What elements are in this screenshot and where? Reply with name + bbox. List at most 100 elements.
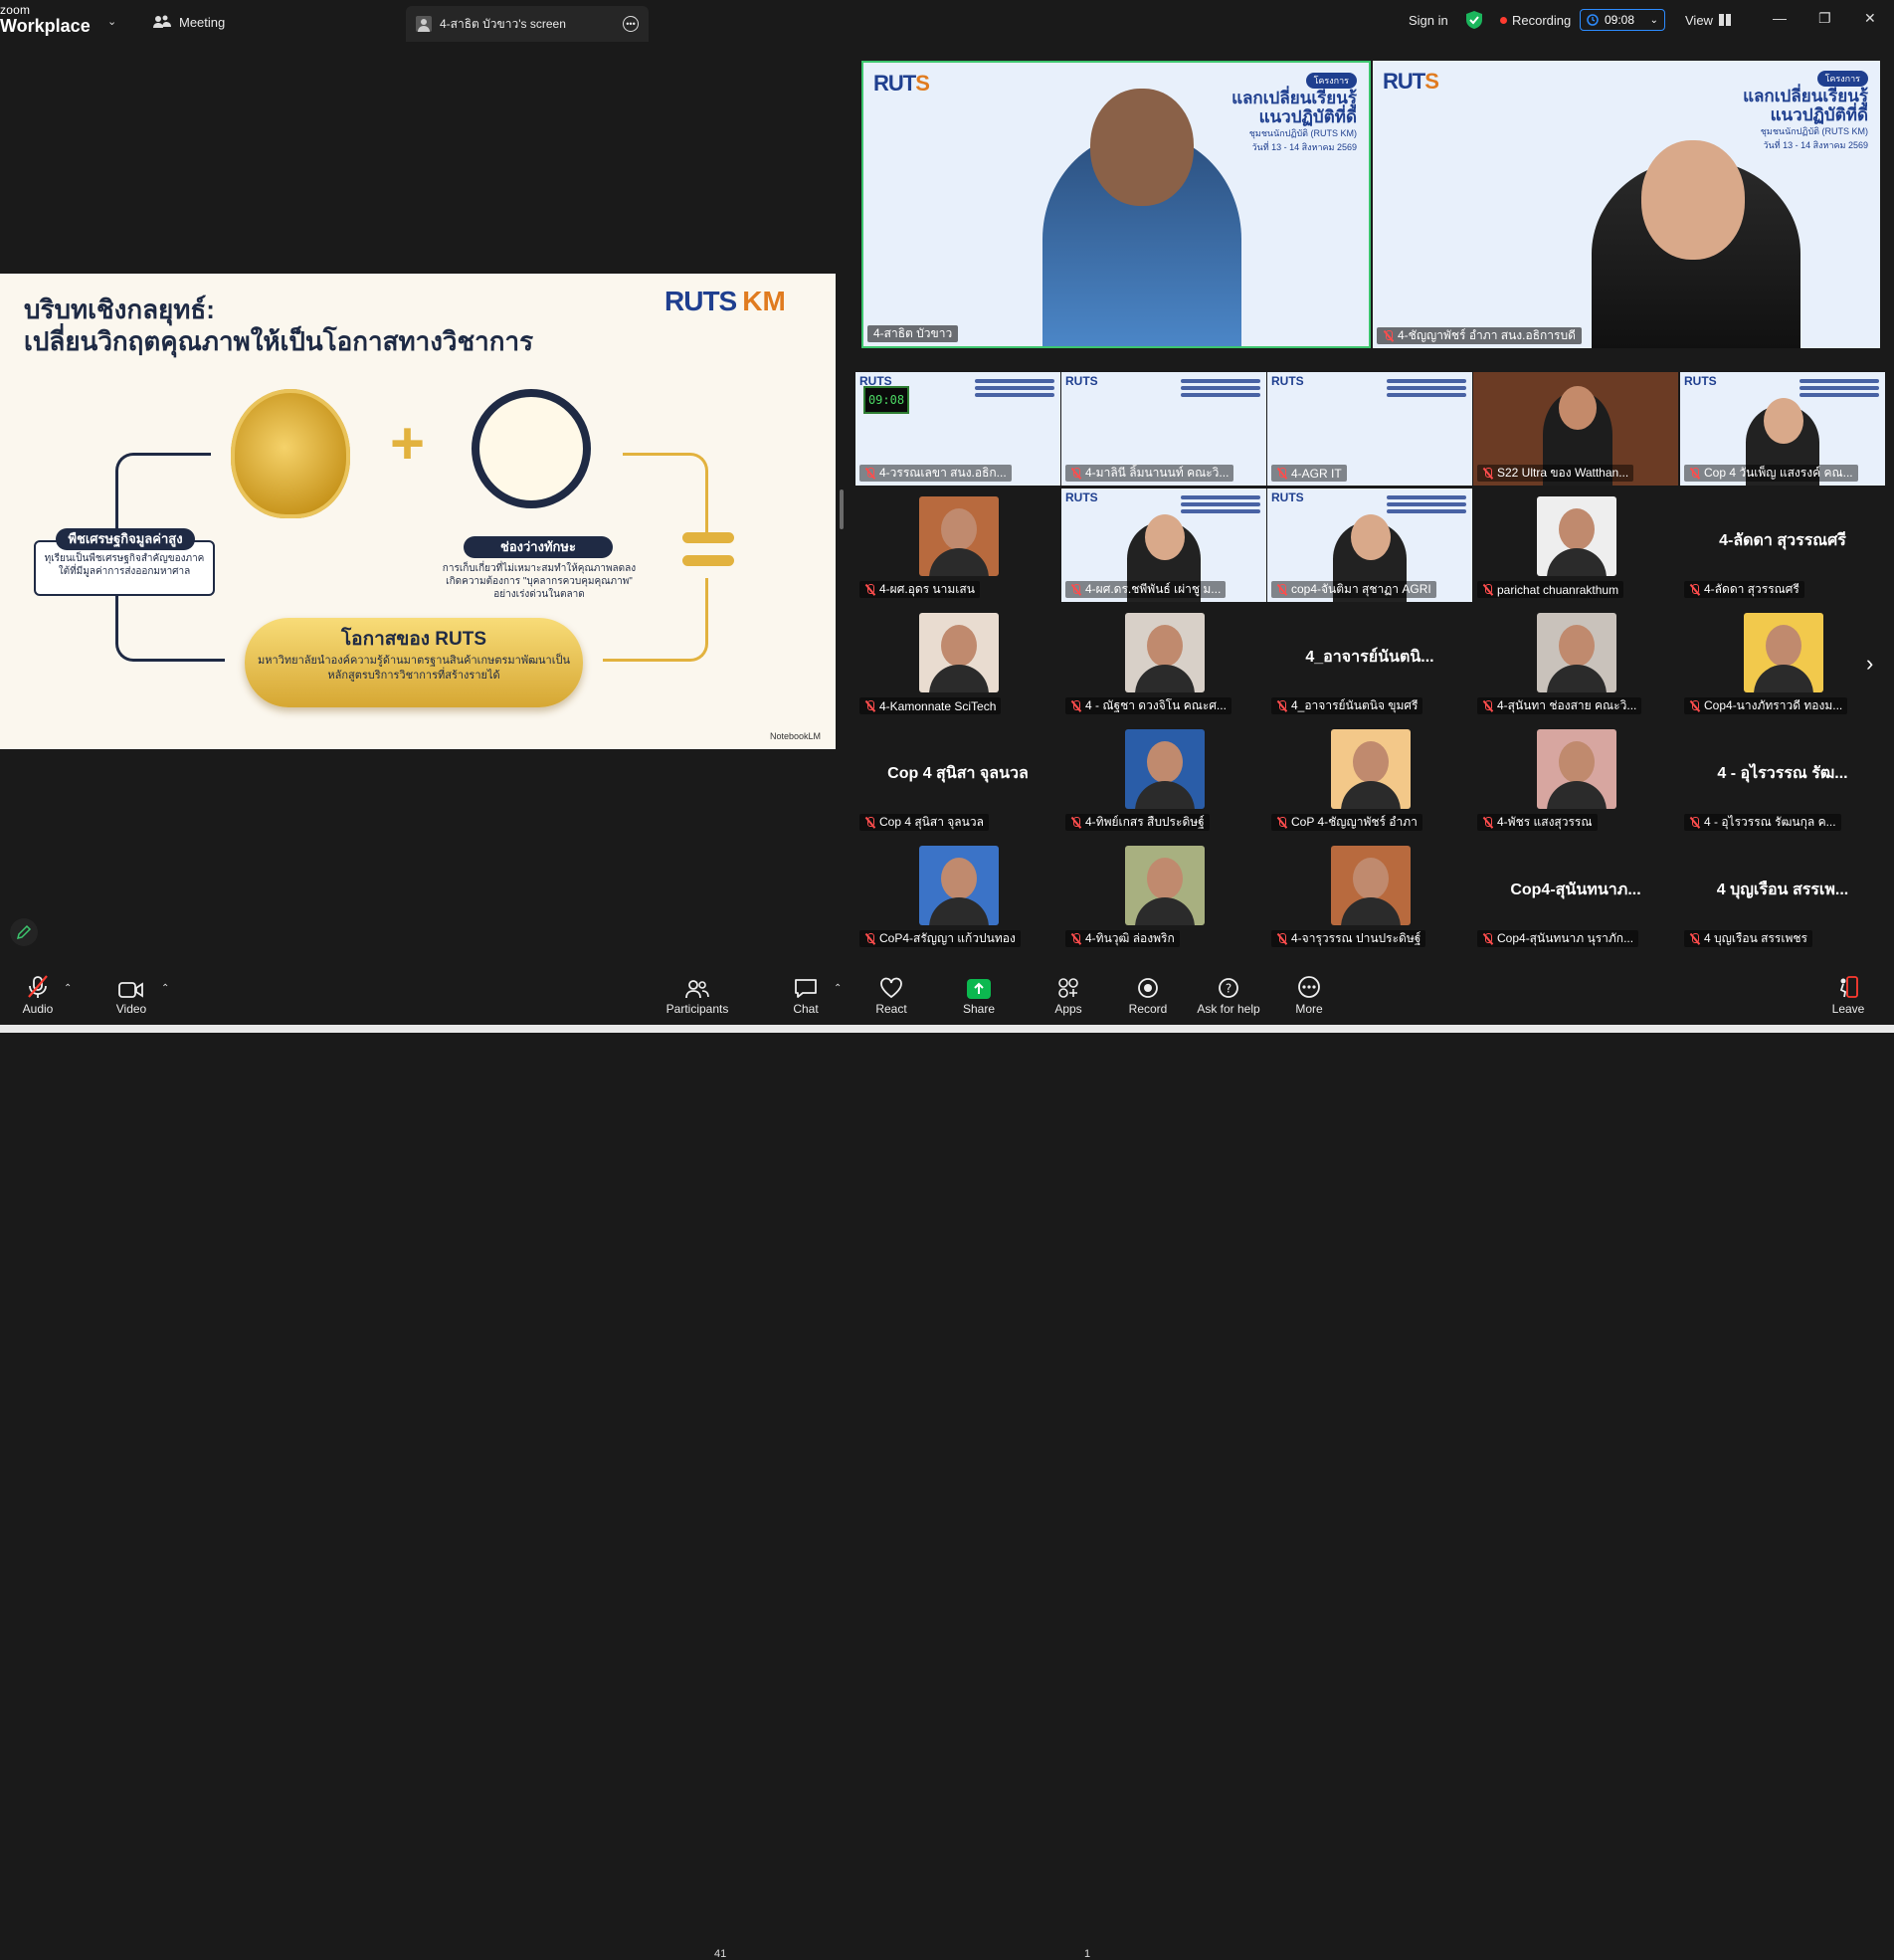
record-icon <box>1138 978 1158 998</box>
speaker-tile-1[interactable]: RUTS โครงการ แลกเปลี่ยนเรียนรู้ แนวปฏิบั… <box>861 61 1371 348</box>
annotate-pencil-icon[interactable] <box>10 918 38 946</box>
tile-name-bar: 4-AGR IT <box>1271 465 1347 482</box>
gallery-tile[interactable]: 4-ทิพย์เกสร สืบประดิษฐ์ <box>1061 721 1266 835</box>
top-bar: zoom Workplace ⌄ Meeting 4-สาธิต บัวขาว'… <box>0 0 1894 44</box>
screen-share-tab[interactable]: 4-สาธิต บัวขาว's screen ••• <box>406 6 649 42</box>
video-camera-icon <box>118 982 143 998</box>
gallery-tile[interactable]: 4-Kamonnate SciTech <box>855 605 1060 718</box>
security-shield-icon[interactable] <box>1466 8 1482 32</box>
meeting-timer[interactable]: 09:08 ⌄ <box>1580 9 1665 31</box>
chat-label: Chat <box>793 1002 819 1016</box>
tab-more-icon[interactable]: ••• <box>623 16 639 32</box>
participants-button[interactable]: Participants <box>664 973 730 1021</box>
logo-bottom-text: Workplace <box>0 16 91 36</box>
restore-icon[interactable]: ❐ <box>1818 10 1831 27</box>
more-button[interactable]: More <box>1291 973 1327 1021</box>
mic-off-icon <box>1482 932 1493 945</box>
durian-icon <box>231 389 350 518</box>
next-page-arrow-icon[interactable]: › <box>1866 651 1873 677</box>
tile-name-bar: 4-สุนันทา ช่องสาย คณะวิ... <box>1477 697 1642 714</box>
tile-name-bar: cop4-จันติมา สุชาฏา AGRI <box>1271 581 1436 598</box>
ask-for-help-button[interactable]: ? Ask for help <box>1194 973 1263 1021</box>
tile-name-bar: 4-ทินวุฒิ ล่องพริก <box>1065 930 1180 947</box>
speaker-tile-2[interactable]: RUTS โครงการ แลกเปลี่ยนเรียนรู้ แนวปฏิบั… <box>1373 61 1880 348</box>
gallery-tile[interactable]: S22 Ultra ของ Watthan... <box>1473 372 1678 486</box>
gallery-tile[interactable]: 4_อาจารย์นันตนิ... 4_อาจารย์นันตนิจ ขุมศร… <box>1267 605 1472 718</box>
tile-name: 4-ทิพย์เกสร สืบประดิษฐ์ <box>1085 815 1205 829</box>
tile-timer-chip: 09:08 <box>863 386 909 414</box>
gallery-tile[interactable]: 4-สุนันทา ช่องสาย คณะวิ... <box>1473 605 1678 718</box>
tile-ruts-logo: RUTS <box>1684 374 1717 388</box>
km-logo-text: KM <box>742 286 786 316</box>
meeting-tab[interactable]: Meeting <box>153 10 225 34</box>
mic-off-icon <box>1276 932 1287 945</box>
gallery-tile[interactable]: 4 บุญเรือน สรรเพ... 4 บุญเรือน สรรเพชร <box>1680 838 1885 951</box>
gallery-tile[interactable]: 4 - ณัฐชา ดวงจิโน คณะศ... <box>1061 605 1266 718</box>
slide-title: บริบทเชิงกลยุทธ์: เปลี่ยนวิกฤตคุณภาพให้เ… <box>24 294 533 357</box>
tile-name: 4-วรรณเลขา สนง.อธิก... <box>879 466 1007 480</box>
gallery-tile[interactable]: RUTS 4-AGR IT <box>1267 372 1472 486</box>
close-icon[interactable]: ✕ <box>1864 10 1876 27</box>
participant-photo <box>919 846 999 925</box>
gallery-tile[interactable]: Cop4-สุนันทนาภ... Cop4-สุนันทนาภ นุราภัก.… <box>1473 838 1678 951</box>
sign-in-button[interactable]: Sign in <box>1409 8 1448 32</box>
apps-count: 1 <box>1084 1948 1091 1960</box>
gallery-tile[interactable]: Cop4-นางภัทราวดี ทองม... <box>1680 605 1885 718</box>
screen-tab-label: 4-สาธิต บัวขาว's screen <box>440 16 566 31</box>
tile-name-bar: 4_อาจารย์นันตนิจ ขุมศรี <box>1271 697 1423 714</box>
participant-face <box>1764 398 1803 444</box>
app-menu-chevron-icon[interactable]: ⌄ <box>107 15 116 28</box>
gallery-tile[interactable]: RUTS Cop 4 วันเพ็ญ แสงรงค์ คณ... <box>1680 372 1885 486</box>
tile-name-bar: 4 - ณัฐชา ดวงจิโน คณะศ... <box>1065 697 1231 714</box>
gallery-tile[interactable]: 4-พัชร แสงสุวรรณ <box>1473 721 1678 835</box>
chat-button[interactable]: Chat <box>792 973 820 1021</box>
participant-face <box>1145 514 1185 560</box>
audio-button[interactable]: Audio <box>20 973 56 1021</box>
mic-off-icon <box>864 699 875 712</box>
video-label: Video <box>115 1002 147 1016</box>
gallery-tile[interactable]: RUTS 4-ผศ.ดร.ชพีพันธ์ เผ่าชู ม... <box>1061 489 1266 602</box>
apps-button[interactable]: Apps <box>1052 973 1084 1021</box>
mic-off-icon <box>1689 932 1700 945</box>
react-button[interactable]: React <box>873 973 909 1021</box>
gallery-tile[interactable]: CoP4-สรัญญา แก้วปนทอง <box>855 838 1060 951</box>
gallery-tile[interactable]: Cop 4 สุนิสา จุลนวล Cop 4 สุนิสา จุลนวล <box>855 721 1060 835</box>
gallery-tile[interactable]: 4-ผศ.อุดร นามเสน <box>855 489 1060 602</box>
gallery-tile[interactable]: RUTS 4-มาลินี ลิ้มนานนท์ คณะวิ... <box>1061 372 1266 486</box>
banner-line1: แลกเปลี่ยนเรียนรู้ <box>1231 89 1357 107</box>
video-button[interactable]: Video <box>113 973 149 1021</box>
leave-icon <box>1839 976 1858 998</box>
gallery-tile[interactable]: RUTS cop4-จันติมา สุชาฏา AGRI <box>1267 489 1472 602</box>
record-button[interactable]: Record <box>1128 973 1168 1021</box>
panel-resize-handle[interactable] <box>840 490 844 529</box>
gallery-tile[interactable]: 4 - อุไรวรรณ รัฒ... 4 - อุไรวรรณ รัฒนกุล … <box>1680 721 1885 835</box>
tile-name-bar: 4-วรรณเลขา สนง.อธิก... <box>859 465 1012 482</box>
meeting-people-icon <box>153 15 171 28</box>
tile-name-bar: 4 บุญเรือน สรรเพชร <box>1684 930 1812 947</box>
gallery-tile[interactable]: 4-จารุวรรณ ปานประดิษฐ์ <box>1267 838 1472 951</box>
gallery-tile[interactable]: parichat chuanrakthum <box>1473 489 1678 602</box>
share-button[interactable]: Share <box>961 973 997 1021</box>
gallery-tile[interactable]: RUTS 4-วรรณเลขา สนง.อธิก... 09:08 <box>855 372 1060 486</box>
chat-options-caret-icon[interactable]: ⌃ <box>834 983 842 994</box>
tile-name: CoP 4-ชัญญาพัชร์ อำภา <box>1291 815 1418 829</box>
participant-photo <box>1537 496 1616 576</box>
minimize-icon[interactable]: — <box>1773 10 1787 26</box>
tile-name-bar: 4-มาลินี ลิ้มนานนท์ คณะวิ... <box>1065 465 1234 482</box>
recording-indicator[interactable]: Recording <box>1500 8 1571 32</box>
video-options-caret-icon[interactable]: ⌃ <box>161 983 169 994</box>
participant-face <box>1559 386 1597 430</box>
timer-chevron-icon[interactable]: ⌄ <box>1650 15 1658 26</box>
audio-options-caret-icon[interactable]: ⌃ <box>64 983 72 994</box>
leave-button[interactable]: Leave <box>1832 973 1864 1021</box>
user-avatar-icon <box>416 16 432 32</box>
gallery-tile[interactable]: 4-ลัดดา สุวรรณศรี 4-ลัดดา สุวรรณศรี <box>1680 489 1885 602</box>
tile-name: 4-พัชร แสงสุวรรณ <box>1497 815 1593 829</box>
tile-name: 4-มาลินี ลิ้มนานนท์ คณะวิ... <box>1085 466 1230 480</box>
notebooklm-credit: NotebookLM <box>770 731 822 741</box>
view-button[interactable]: View <box>1685 8 1731 32</box>
tile-name-bar: 4-ทิพย์เกสร สืบประดิษฐ์ <box>1065 814 1210 831</box>
gallery-tile[interactable]: 4-ทินวุฒิ ล่องพริก <box>1061 838 1266 951</box>
gallery-tile[interactable]: CoP 4-ชัญญาพัชร์ อำภา <box>1267 721 1472 835</box>
chat-bubble-icon <box>795 979 817 998</box>
